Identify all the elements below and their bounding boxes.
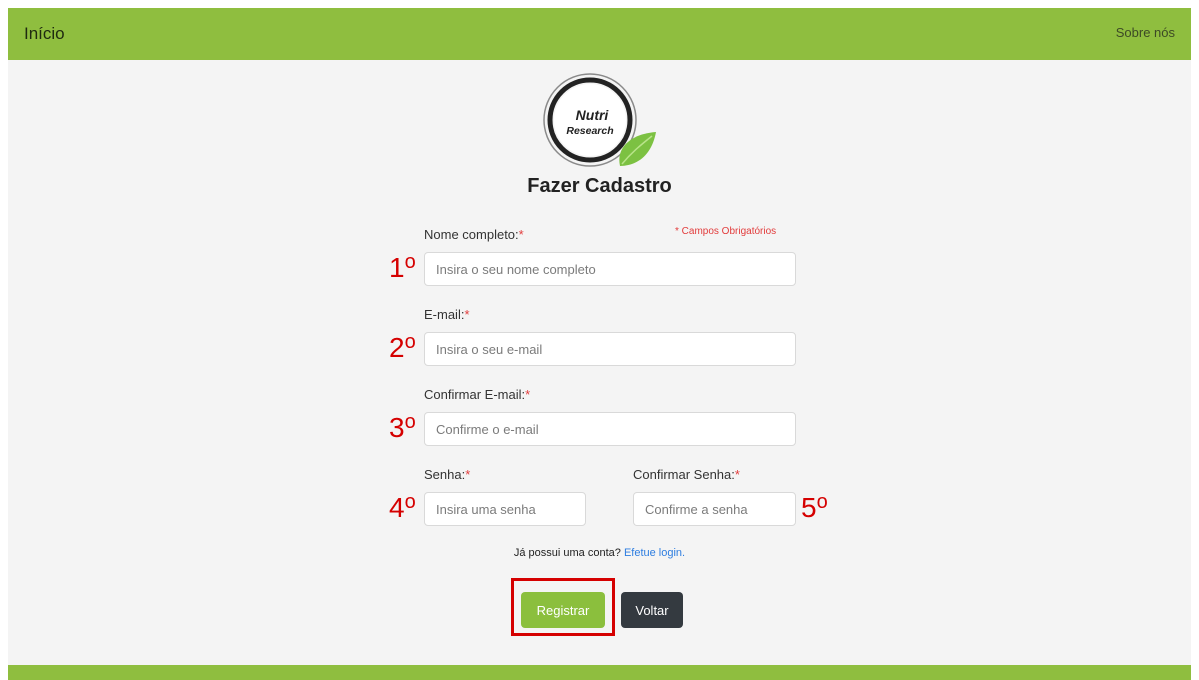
step-ordinal: o [404, 411, 416, 433]
login-prompt: Já possui uma conta? Efetue login. [8, 547, 1191, 559]
step-number: 2 [389, 332, 405, 363]
nav-about-link[interactable]: Sobre nós [1116, 25, 1175, 40]
required-asterisk: * [525, 387, 531, 402]
step-annotation-1: 1o [389, 252, 416, 282]
confirm-email-input[interactable] [424, 412, 796, 446]
nav-home-link[interactable]: Início [24, 24, 65, 44]
email-input[interactable] [424, 332, 796, 366]
required-asterisk: * [465, 467, 471, 482]
top-navbar: Início Sobre nós [8, 8, 1191, 60]
confirm-password-input[interactable] [633, 492, 796, 526]
confirm-email-label-text: Confirmar E-mail: [424, 387, 526, 402]
full-name-label: Nome completo:* [424, 227, 524, 242]
step-ordinal: o [816, 491, 828, 513]
nutri-research-logo: Nutri Research [543, 73, 656, 167]
back-button[interactable]: Voltar [621, 592, 683, 628]
login-prompt-text: Já possui uma conta? [513, 547, 621, 559]
password-input[interactable] [424, 492, 586, 526]
step-annotation-4: 4o [389, 492, 416, 522]
step-annotation-2: 2o [389, 332, 416, 362]
footer-bar [8, 665, 1191, 680]
logo-text-nutri: Nutri [576, 107, 610, 123]
required-asterisk: * [734, 467, 740, 482]
email-label: E-mail:* [424, 307, 470, 322]
full-name-label-text: Nome completo: [424, 227, 519, 242]
confirm-email-label: Confirmar E-mail:* [424, 387, 530, 402]
full-name-input[interactable] [424, 252, 796, 286]
required-asterisk: * [518, 227, 524, 242]
step-annotation-3: 3o [389, 412, 416, 442]
step-number: 5 [801, 492, 817, 523]
login-link[interactable]: Efetue login. [624, 547, 685, 559]
step-number: 1 [389, 252, 405, 283]
email-label-text: E-mail: [424, 307, 465, 322]
confirm-password-label: Confirmar Senha:* [633, 467, 740, 482]
step-ordinal: o [404, 491, 416, 513]
page-title: Fazer Cadastro [527, 175, 672, 197]
confirm-password-label-text: Confirmar Senha: [633, 467, 735, 482]
step-number: 3 [389, 412, 405, 443]
step-number: 4 [389, 492, 405, 523]
register-button[interactable]: Registrar [521, 592, 605, 628]
password-label-text: Senha: [424, 467, 466, 482]
main-content: Nutri Research Fazer Cadastro Nome compl… [8, 60, 1191, 665]
required-asterisk: * [464, 307, 470, 322]
required-fields-note: * Campos Obrigatórios [675, 226, 777, 237]
step-ordinal: o [404, 251, 416, 273]
step-annotation-5: 5o [801, 492, 828, 522]
password-label: Senha:* [424, 467, 470, 482]
step-ordinal: o [404, 331, 416, 353]
logo-text-research: Research [566, 125, 613, 137]
